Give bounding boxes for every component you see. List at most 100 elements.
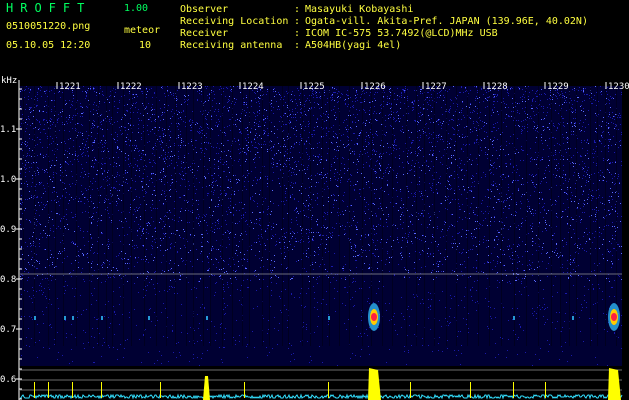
time-tick-label: 1225 [303, 82, 325, 92]
frequency-tick-label: 0.9 [0, 225, 16, 235]
noise-stripe [446, 86, 447, 346]
noise-stripe [123, 86, 124, 346]
app-title: HROFFT [6, 1, 92, 15]
noise-stripe [478, 86, 479, 346]
noise-stripe [34, 86, 35, 346]
noise-stripe [576, 86, 577, 346]
meteor-echo-1226 [368, 303, 380, 331]
hrofft-window: HROFFT 1.00 0510051220.png meteor 05.10.… [0, 0, 629, 400]
time-tick-label: 1230 [608, 82, 629, 92]
noise-stripe [597, 86, 598, 346]
noise-stripe [329, 86, 330, 346]
level-spike [470, 382, 471, 398]
frequency-tick-label: 0.6 [0, 375, 16, 385]
receiver-value: ICOM IC-575 53.7492(@LCD)MHz USB [305, 28, 498, 39]
noise-stripe [131, 86, 132, 346]
frequency-tick-label: 1.1 [0, 125, 16, 135]
noise-stripe [416, 86, 417, 346]
time-tick-label: 1224 [242, 82, 264, 92]
frequency-tick-label: 0.7 [0, 325, 16, 335]
echo-blip [101, 316, 103, 320]
mode-label: meteor [124, 25, 161, 36]
level-spike [160, 382, 161, 398]
noise-stripe [302, 86, 303, 346]
noise-stripe [310, 86, 311, 346]
noise-stripe [349, 86, 350, 346]
noise-stripe [590, 86, 591, 346]
time-tick-label: 1222 [120, 82, 142, 92]
noise-stripe [605, 86, 606, 346]
noise-stripe [156, 86, 157, 346]
level-spike [410, 382, 411, 398]
noise-stripe [339, 86, 340, 346]
level-spike [545, 382, 546, 398]
location-separator: : [294, 16, 301, 27]
level-spike [48, 382, 49, 398]
location-value: Ogata-vill. Akita-Pref. JAPAN (139.96E, … [305, 16, 588, 27]
observer-key: Observer [180, 4, 229, 15]
mode-value: 10 [139, 40, 152, 51]
noise-stripe [48, 86, 49, 346]
time-tick-label: 1226 [364, 82, 386, 92]
noise-stripe [112, 86, 113, 346]
noise-stripe [222, 86, 223, 346]
observer-value: Masayuki Kobayashi [305, 4, 414, 15]
echo-blip [34, 316, 36, 320]
noise-stripe [249, 86, 250, 346]
frequency-unit-label: kHz [1, 76, 17, 86]
level-spike [513, 382, 514, 398]
noise-stripe [467, 86, 468, 346]
noise-stripe [362, 86, 363, 346]
noise-stripe [89, 86, 90, 346]
noise-stripe [424, 86, 425, 346]
noise-stripe [456, 86, 457, 346]
echo-blip [72, 316, 74, 320]
noise-stripe [63, 86, 64, 346]
level-spike [72, 382, 73, 398]
noise-stripe [269, 86, 270, 346]
noise-stripe [55, 86, 56, 346]
echo-blip [148, 316, 150, 320]
noise-stripe [514, 86, 515, 346]
noise-stripe [526, 86, 527, 346]
noise-stripe [501, 86, 502, 346]
time-tick-label: 1228 [486, 82, 508, 92]
noise-stripe [406, 86, 407, 346]
noise-stripe [392, 86, 393, 346]
antenna-key: Receiving antenna [180, 40, 283, 51]
noise-stripe [551, 86, 552, 346]
noise-stripe [382, 86, 383, 346]
echo-blip [206, 316, 208, 320]
echo-blip [328, 316, 330, 320]
noise-stripe [106, 86, 107, 346]
location-key: Receiving Location [180, 16, 289, 27]
antenna-value: A504HB(yagi 4el) [305, 40, 402, 51]
noise-stripe [262, 86, 263, 346]
time-tick-label: 1221 [59, 82, 81, 92]
time-tick-label: 1223 [181, 82, 203, 92]
noise-stripe [232, 86, 233, 346]
filename: 0510051220.png [6, 21, 91, 32]
level-spike [328, 382, 329, 398]
app-version: 1.00 [124, 3, 149, 14]
time-tick-label: 1227 [425, 82, 447, 92]
echo-blip [572, 316, 574, 320]
timestamp: 05.10.05 12:20 [6, 40, 91, 51]
noise-stripe [166, 86, 167, 346]
noise-field [20, 86, 622, 366]
noise-stripe [569, 86, 570, 346]
noise-stripe [186, 86, 187, 346]
noise-stripe [288, 86, 289, 346]
receiver-key: Receiver [180, 28, 229, 39]
meteor-echo-1230 [608, 303, 620, 331]
level-spike [34, 382, 35, 398]
noise-stripe [489, 86, 490, 346]
noise-stripe [282, 86, 283, 346]
noise-stripe [175, 86, 176, 346]
level-spike [244, 382, 245, 398]
antenna-separator: : [294, 40, 301, 51]
noise-stripe [98, 86, 99, 346]
spectrogram-svg: 1.1 1.0 0.9 0.8 0.7 0.6 1221 1222 1223 1224 1225 1… [0, 62, 629, 400]
noise-stripe [538, 86, 539, 346]
noise-stripe [434, 86, 435, 346]
